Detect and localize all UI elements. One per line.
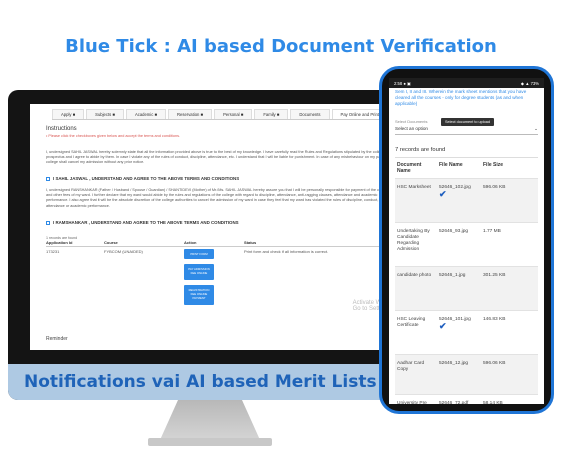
print-form-button[interactable]: PRINT FORM [184,249,214,259]
file-size: 58.14 KB [483,401,503,404]
document-name: candidate photo [397,273,432,279]
table-row: HSC Marksheet 52646_102.jpg ✔ 596.06 KB [395,179,538,224]
verified-check-icon: ✔ [439,321,447,332]
parent-agree-label: I RAMSHANKAR , UNDERSTAND AND AGREE TO T… [53,220,239,225]
monitor-stand-base [148,438,272,446]
tab-academic[interactable]: Academic ■ [125,109,167,119]
verified-check-icon: ✔ [439,189,447,200]
file-name[interactable]: 52646_72.pdf [437,395,481,404]
application-id: 173231 [46,249,60,254]
table-row: University Pre Enrollment 52646_72.pdf 5… [395,395,538,404]
file-name[interactable]: 52646_93.jpg [437,223,481,266]
tab-personal[interactable]: Personal ■ [214,109,253,119]
header-application-id: Application Id [46,240,73,245]
upload-tooltip: Select document to upload [441,118,494,126]
tab-reservation[interactable]: Reservation ■ [168,109,213,119]
file-name[interactable]: 52646_12.jpg [437,355,481,394]
document-name: Aadhar Card Copy [397,361,425,373]
documents-table: Document Name File Name File Size HSC Ma… [395,157,538,404]
parent-agree-row[interactable]: I RAMSHANKAR , UNDERSTAND AND AGREE TO T… [46,220,396,225]
file-size: 1.77 MB [483,229,501,235]
document-select[interactable]: Select an option ⌄ [395,126,538,136]
student-agree-checkbox[interactable] [46,176,50,181]
action-buttons: PRINT FORM PAY ADMISSION FEE ONLINE REGI… [184,249,244,305]
student-agree-label: I SAHIL JASWAL , UNDERSTAND AND AGREE TO… [53,176,240,181]
banner-text: Notifications vai AI based Merit Lists [24,372,377,392]
header-document-name: Document Name [397,162,422,175]
header-file-size: File Size [483,162,504,169]
instructions-title: Instructions [46,126,77,132]
file-size: 596.06 KB [483,185,506,191]
monitor-stand [160,400,260,440]
student-agree-row[interactable]: I SAHIL JASWAL , UNDERSTAND AND AGREE TO… [46,176,396,181]
header-status: Status [244,240,257,245]
pay-admission-fee-button[interactable]: PAY ADMISSION FEE ONLINE [184,264,214,280]
table-row: HSC Leaving Certificate 52646_101.jpg ✔ 1… [395,311,538,356]
document-description: Sem I, II and III. Wherein the mark shee… [395,89,527,106]
document-name: HSC Marksheet [397,185,431,191]
document-name: Undertaking By Candidate Regarding Admis… [397,229,430,253]
registration-fee-button[interactable]: REGISTRATION FEE ONLINE PAYMENT [184,285,214,305]
tab-subjects[interactable]: Subjects ■ [86,109,124,119]
table-row: Undertaking By Candidate Regarding Admis… [395,223,538,268]
form-tabs: Apply ■ Subjects ■ Academic ■ Reservatio… [52,109,408,120]
status-time: 2:58 ● ▣ [394,80,411,86]
status-text: Print form and check if all information … [244,249,329,254]
document-select-value: Select an option [395,126,428,132]
header-course: Course [104,240,118,245]
phone-records-found: 7 records are found [395,147,446,154]
headline: Blue Tick : AI based Document Verificati… [65,36,497,57]
file-name-cell[interactable]: 52646_102.jpg ✔ [437,179,481,222]
student-declaration: I, undersigned SAHIL JASWAL hereby solem… [46,150,396,165]
application-table-header: Application Id Course Action Status [46,240,396,247]
header-file-name: File Name [439,162,463,169]
parent-agree-checkbox[interactable] [46,220,50,225]
table-row: Aadhar Card Copy 52646_12.jpg 596.06 KB [395,355,538,396]
phone-status-bar: 2:58 ● ▣ ◆ ▲ 73% [389,78,544,88]
header-action: Action [184,240,197,245]
file-name[interactable]: 52646_1.jpg [437,267,481,310]
tab-apply[interactable]: Apply ■ [52,109,85,119]
document-name: University Pre Enrollment [397,401,427,404]
instructions-note: • Please click the checkboxes given belo… [46,134,181,138]
course-name: FYBCOM (UNAIDED) [104,249,143,254]
status-indicators: ◆ ▲ 73% [520,80,539,86]
tab-documents[interactable]: Documents [290,109,330,119]
parent-declaration: I, undersigned RANSHANKAR (Father / Husb… [46,188,396,208]
document-name: HSC Leaving Certificate [397,317,426,329]
chevron-down-icon: ⌄ [534,126,538,132]
phone-screen: 2:58 ● ▣ ◆ ▲ 73% Sem I, II and III. Wher… [389,78,544,404]
table-row: 173231 FYBCOM (UNAIDED) PRINT FORM PAY A… [46,247,396,305]
tab-family[interactable]: Family ■ [254,109,289,119]
documents-table-header: Document Name File Name File Size [395,158,538,180]
reminder-heading: Reminder [46,336,68,342]
file-size: 146.83 KB [483,317,506,323]
monitor-screen: Apply ■ Subjects ■ Academic ■ Reservatio… [30,104,408,350]
table-row: candidate photo 52646_1.jpg 301.25 KB [395,267,538,312]
file-name-cell[interactable]: 52646_101.jpg ✔ [437,311,481,354]
file-size: 301.25 KB [483,273,506,279]
file-size: 596.06 KB [483,361,506,367]
